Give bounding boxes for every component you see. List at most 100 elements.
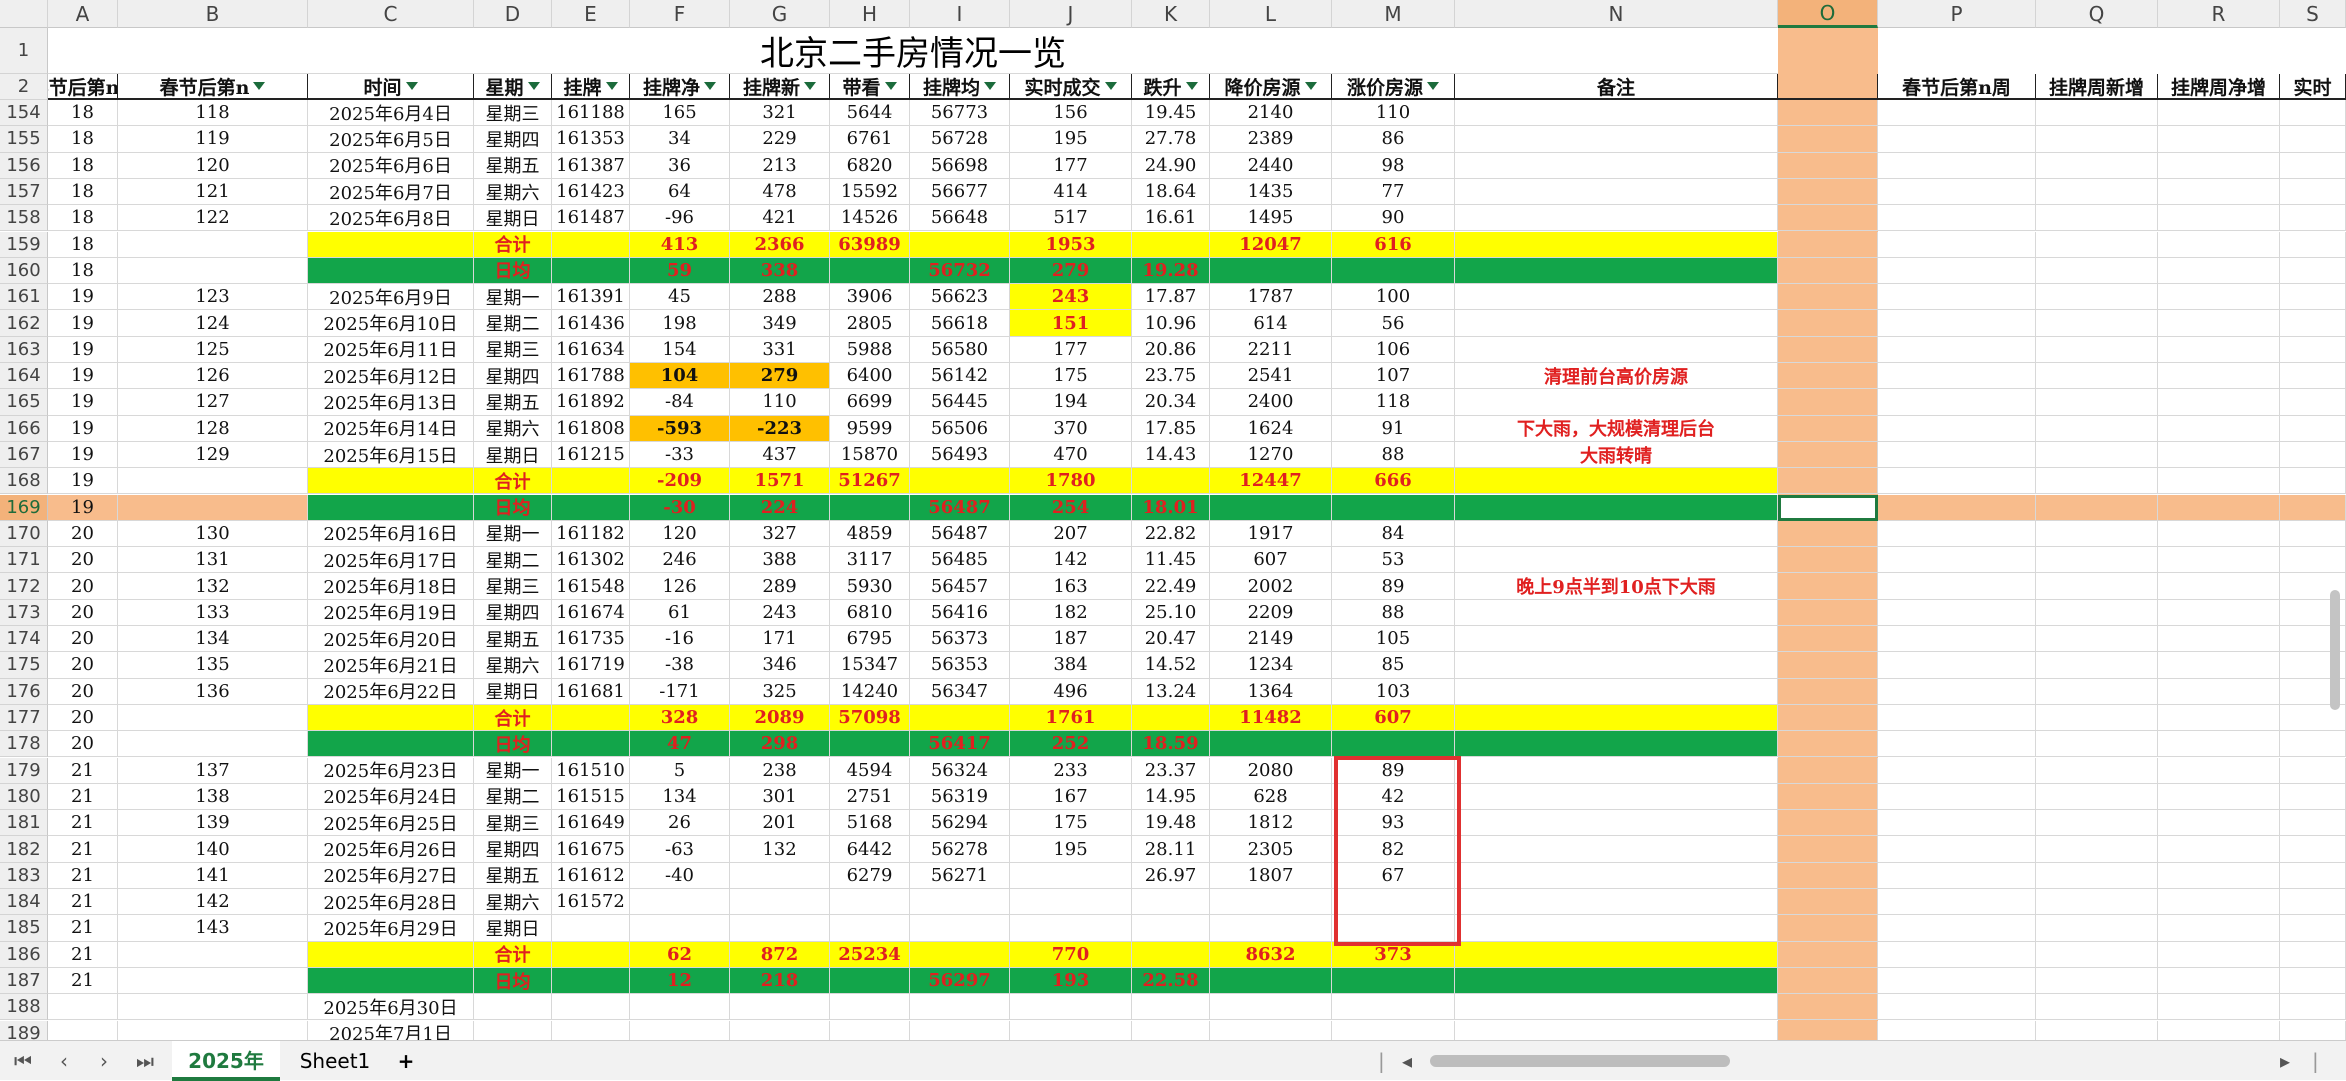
data-cell[interactable]: 56271: [910, 862, 1010, 889]
data-cell[interactable]: [2036, 520, 2158, 548]
data-cell[interactable]: [1878, 704, 2036, 732]
data-cell[interactable]: 6810: [830, 599, 910, 626]
data-cell[interactable]: [1878, 626, 2036, 653]
data-cell[interactable]: 122: [118, 205, 308, 232]
data-cell[interactable]: 161674: [552, 599, 630, 626]
data-cell[interactable]: 56648: [910, 205, 1010, 232]
data-cell[interactable]: 19: [48, 415, 118, 442]
data-cell[interactable]: 136: [118, 678, 308, 705]
data-cell[interactable]: [2036, 231, 2158, 258]
first-sheet-icon[interactable]: ⏮: [14, 1049, 32, 1073]
data-cell[interactable]: [2280, 389, 2346, 416]
data-cell[interactable]: 星期六: [474, 178, 552, 206]
data-cell[interactable]: [2280, 441, 2346, 469]
data-cell[interactable]: 20: [48, 652, 118, 679]
data-cell[interactable]: [2280, 967, 2346, 995]
data-cell[interactable]: 121: [118, 178, 308, 206]
data-cell[interactable]: 110: [1332, 100, 1455, 127]
data-cell[interactable]: [1878, 205, 2036, 232]
data-cell[interactable]: 2389: [1210, 126, 1332, 153]
data-cell[interactable]: [2036, 336, 2158, 363]
data-cell[interactable]: 2025年6月5日: [308, 126, 474, 153]
data-cell[interactable]: 161215: [552, 441, 630, 469]
data-cell[interactable]: [1878, 941, 2036, 968]
data-cell[interactable]: 2025年6月17日: [308, 547, 474, 574]
data-cell[interactable]: [2158, 257, 2280, 285]
data-cell[interactable]: [2036, 704, 2158, 732]
data-cell[interactable]: 12047: [1210, 231, 1332, 258]
data-cell[interactable]: [2036, 862, 2158, 889]
data-cell[interactable]: 607: [1332, 704, 1455, 732]
column-title-l[interactable]: 降价房源: [1210, 74, 1332, 100]
data-cell[interactable]: [2036, 205, 2158, 232]
data-cell[interactable]: 19: [48, 363, 118, 390]
data-cell[interactable]: 6795: [830, 626, 910, 653]
data-cell[interactable]: 218: [730, 967, 830, 995]
data-cell[interactable]: 470: [1010, 441, 1132, 469]
data-cell[interactable]: [1132, 468, 1210, 495]
data-cell[interactable]: 88: [1332, 441, 1455, 469]
data-cell[interactable]: 607: [1210, 547, 1332, 574]
data-cell[interactable]: 23.75: [1132, 363, 1210, 390]
data-cell[interactable]: 3117: [830, 547, 910, 574]
data-cell[interactable]: 6442: [830, 836, 910, 863]
data-cell[interactable]: [2280, 520, 2346, 548]
data-cell[interactable]: 194: [1010, 389, 1132, 416]
data-cell[interactable]: 19: [48, 494, 118, 521]
data-cell[interactable]: 星期四: [474, 599, 552, 626]
data-cell[interactable]: [1778, 599, 1878, 626]
data-cell[interactable]: [910, 231, 1010, 258]
data-cell[interactable]: -63: [630, 836, 730, 863]
data-cell[interactable]: 56487: [910, 494, 1010, 521]
data-cell[interactable]: 19: [48, 389, 118, 416]
data-cell[interactable]: [910, 941, 1010, 968]
data-cell[interactable]: [1878, 389, 2036, 416]
data-cell[interactable]: 56493: [910, 441, 1010, 469]
data-cell[interactable]: [1878, 441, 2036, 469]
data-cell[interactable]: [830, 731, 910, 758]
data-cell[interactable]: 星期日: [474, 915, 552, 942]
data-cell[interactable]: 616: [1332, 231, 1455, 258]
data-cell[interactable]: 233: [1010, 757, 1132, 784]
data-cell[interactable]: [1878, 178, 2036, 206]
data-cell[interactable]: 161681: [552, 678, 630, 705]
data-cell[interactable]: [730, 1020, 830, 1040]
data-cell[interactable]: [308, 704, 474, 732]
data-cell[interactable]: 2025年6月30日: [308, 994, 474, 1021]
data-cell[interactable]: [1778, 126, 1878, 153]
data-cell[interactable]: [118, 468, 308, 495]
data-cell[interactable]: 27.78: [1132, 126, 1210, 153]
note-cell[interactable]: 大雨转晴: [1455, 441, 1778, 469]
row-header-154[interactable]: 154: [0, 100, 48, 127]
data-cell[interactable]: [1778, 757, 1878, 784]
data-cell[interactable]: 175: [1010, 810, 1132, 837]
data-cell[interactable]: 161892: [552, 389, 630, 416]
row-header-184[interactable]: 184: [0, 889, 48, 916]
data-cell[interactable]: [2158, 862, 2280, 889]
data-cell[interactable]: [2036, 810, 2158, 837]
column-header-a[interactable]: A: [48, 0, 118, 28]
data-cell[interactable]: 2025年7月1日: [308, 1020, 474, 1040]
data-cell[interactable]: 17.87: [1132, 284, 1210, 311]
data-cell[interactable]: 5168: [830, 810, 910, 837]
data-cell[interactable]: 161302: [552, 547, 630, 574]
note-cell[interactable]: [1455, 757, 1778, 784]
data-cell[interactable]: [1878, 468, 2036, 495]
data-cell[interactable]: [910, 468, 1010, 495]
data-cell[interactable]: [118, 941, 308, 968]
horizontal-scrollbar[interactable]: [1430, 1055, 1730, 1067]
data-cell[interactable]: [2036, 599, 2158, 626]
data-cell[interactable]: 51267: [830, 468, 910, 495]
data-cell[interactable]: [1778, 862, 1878, 889]
column-header-f[interactable]: F: [630, 0, 730, 28]
data-cell[interactable]: 2541: [1210, 363, 1332, 390]
column-header-i[interactable]: I: [910, 0, 1010, 28]
data-cell[interactable]: [2280, 257, 2346, 285]
data-cell[interactable]: 298: [730, 731, 830, 758]
data-cell[interactable]: 2025年6月23日: [308, 757, 474, 784]
data-cell[interactable]: 22.49: [1132, 573, 1210, 600]
data-cell[interactable]: [2158, 415, 2280, 442]
tab-end-splitter-icon[interactable]: |: [2312, 1049, 2319, 1073]
data-cell[interactable]: [1878, 152, 2036, 179]
data-cell[interactable]: [2036, 678, 2158, 705]
